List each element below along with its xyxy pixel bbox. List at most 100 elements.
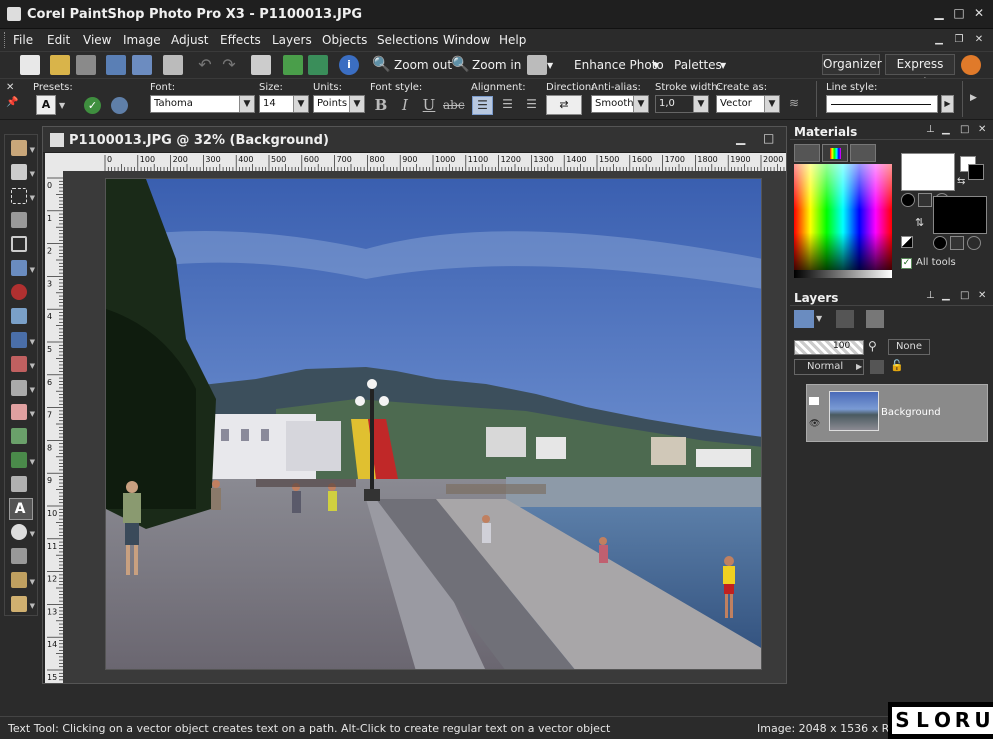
align-center-button[interactable]: ☰: [497, 96, 518, 115]
info-icon[interactable]: i: [339, 55, 359, 75]
menu-view[interactable]: View: [83, 33, 111, 47]
text-tool[interactable]: A: [9, 498, 33, 520]
art-media-tool[interactable]: [9, 426, 33, 448]
photo-canvas[interactable]: [105, 178, 762, 670]
zoom-in-label[interactable]: Zoom in: [472, 58, 521, 72]
doc-close-button[interactable]: ✕: [972, 33, 986, 47]
menu-help[interactable]: Help: [499, 33, 526, 47]
bold-button[interactable]: B: [371, 96, 391, 114]
blend-mode-select[interactable]: Normal: [794, 359, 864, 375]
cancel-text-icon[interactable]: [111, 97, 128, 114]
enhance-photo-menu[interactable]: Enhance Photo: [574, 58, 664, 72]
options-pin-icon[interactable]: 📌: [6, 97, 18, 108]
options-close-icon[interactable]: ✕: [6, 82, 14, 93]
bg-transparent-icon[interactable]: [967, 236, 981, 250]
layers-header[interactable]: Layers ⊥ ▁ □ ✕: [790, 288, 993, 306]
windows-icon[interactable]: [527, 55, 547, 75]
preset-shape-tool[interactable]: ▼: [9, 522, 35, 544]
grayscale-bar[interactable]: [794, 270, 892, 278]
menu-file[interactable]: File: [13, 33, 33, 47]
eye-visibility-icon[interactable]: 👁: [809, 419, 820, 429]
share-icon[interactable]: [308, 55, 328, 75]
create-as-select[interactable]: Vector ▼: [716, 95, 780, 113]
strikethrough-button[interactable]: abc: [443, 96, 465, 114]
express-lab-button[interactable]: Express Lab: [885, 54, 955, 90]
clone-tool[interactable]: ▼: [9, 330, 35, 352]
toolbar-scroll-right-icon[interactable]: ▶: [970, 93, 977, 103]
eraser-tool[interactable]: ▼: [9, 402, 35, 424]
reset-colors-icon[interactable]: [901, 236, 913, 248]
paint-brush-tool[interactable]: ▼: [9, 354, 35, 376]
link-icon[interactable]: ⚲: [868, 339, 884, 355]
new-file-icon[interactable]: [20, 55, 40, 75]
blend-dropdown-arrow[interactable]: ▶: [856, 362, 862, 371]
delete-layer-icon[interactable]: [836, 310, 854, 328]
menu-image[interactable]: Image: [123, 33, 161, 47]
close-button[interactable]: ✕: [972, 6, 986, 20]
maximize-button[interactable]: □: [952, 6, 966, 20]
learning-center-icon[interactable]: [961, 55, 981, 75]
texture-icon[interactable]: [918, 193, 932, 207]
selection-tool[interactable]: ▼: [9, 186, 35, 208]
materials-header[interactable]: Materials ⊥ ▁ □ ✕: [790, 122, 993, 140]
menu-window[interactable]: Window: [443, 33, 490, 47]
warp-text-icon[interactable]: ≋: [789, 96, 805, 112]
pick-tool[interactable]: ▼: [9, 162, 35, 184]
lock-icon[interactable]: 🔓: [890, 359, 904, 372]
minimize-button[interactable]: ▁: [932, 6, 946, 20]
enhance-dropdown-arrow[interactable]: ▼: [653, 61, 659, 70]
color-spectrum[interactable]: [794, 164, 892, 278]
layer-row-background[interactable]: 👁 Background: [806, 384, 988, 442]
transfer-icon[interactable]: [283, 55, 303, 75]
align-left-button[interactable]: ☰: [472, 96, 493, 115]
menu-selections[interactable]: Selections: [377, 33, 439, 47]
units-select[interactable]: Points ▼: [313, 95, 365, 113]
style-icon[interactable]: [901, 193, 915, 207]
panel-close-icon[interactable]: ✕: [978, 290, 986, 301]
zoom-out-label[interactable]: Zoom out: [394, 58, 452, 72]
preset-dropdown-arrow[interactable]: ▼: [59, 101, 65, 110]
panel-maximize-icon[interactable]: □: [960, 124, 969, 135]
line-style-select[interactable]: [826, 95, 938, 113]
scanner-icon[interactable]: [76, 55, 96, 75]
stroke-width-field[interactable]: 1,0 ▼: [655, 95, 709, 113]
warp-brush-tool[interactable]: ▼: [9, 570, 35, 592]
pan-tool[interactable]: ▼: [9, 138, 35, 160]
lighten-darken-tool[interactable]: ▼: [9, 378, 35, 400]
open-folder-icon[interactable]: [50, 55, 70, 75]
swatches-tab-icon[interactable]: [850, 144, 876, 162]
print-icon[interactable]: [163, 55, 183, 75]
new-layer-icon[interactable]: [794, 310, 814, 328]
rainbow-tab-icon[interactable]: [822, 144, 848, 162]
background-swatch[interactable]: [933, 196, 987, 234]
menu-layers[interactable]: Layers: [272, 33, 312, 47]
doc-window-maximize-button[interactable]: □: [763, 131, 774, 145]
flood-fill-tool[interactable]: ▼: [9, 450, 35, 472]
background-small-swatch[interactable]: [968, 164, 984, 180]
new-layer-dropdown-arrow[interactable]: ▼: [816, 314, 822, 323]
antialias-select[interactable]: Smooth ▼: [591, 95, 649, 113]
font-select[interactable]: Tahoma ▼: [150, 95, 255, 113]
undo-icon[interactable]: ↶: [195, 55, 215, 75]
lock-transparency-icon[interactable]: [870, 360, 884, 374]
size-select[interactable]: 14 ▼: [259, 95, 309, 113]
panel-minimize-icon[interactable]: ▁: [942, 124, 950, 135]
swap-colors-icon[interactable]: ⇆: [957, 176, 965, 187]
save-icon[interactable]: [106, 55, 126, 75]
apply-check-icon[interactable]: ✓: [84, 97, 101, 114]
all-tools-checkbox[interactable]: ✓: [901, 258, 912, 269]
menu-effects[interactable]: Effects: [220, 33, 261, 47]
crop-tool[interactable]: [9, 234, 33, 256]
bg-texture-icon[interactable]: [950, 236, 964, 250]
pin-icon[interactable]: ⊥: [926, 290, 935, 301]
underline-button[interactable]: U: [419, 96, 439, 114]
red-eye-tool[interactable]: [9, 282, 33, 304]
zoom-out-icon[interactable]: 🔍: [372, 55, 392, 75]
save-as-icon[interactable]: [132, 55, 152, 75]
organizer-button[interactable]: Organizer: [822, 54, 882, 75]
redo-icon[interactable]: ↷: [219, 55, 239, 75]
zoom-in-icon[interactable]: 🔍: [451, 55, 471, 75]
pin-icon[interactable]: ⊥: [926, 124, 935, 135]
doc-restore-button[interactable]: ❐: [952, 33, 966, 47]
align-right-button[interactable]: ☰: [521, 96, 542, 115]
